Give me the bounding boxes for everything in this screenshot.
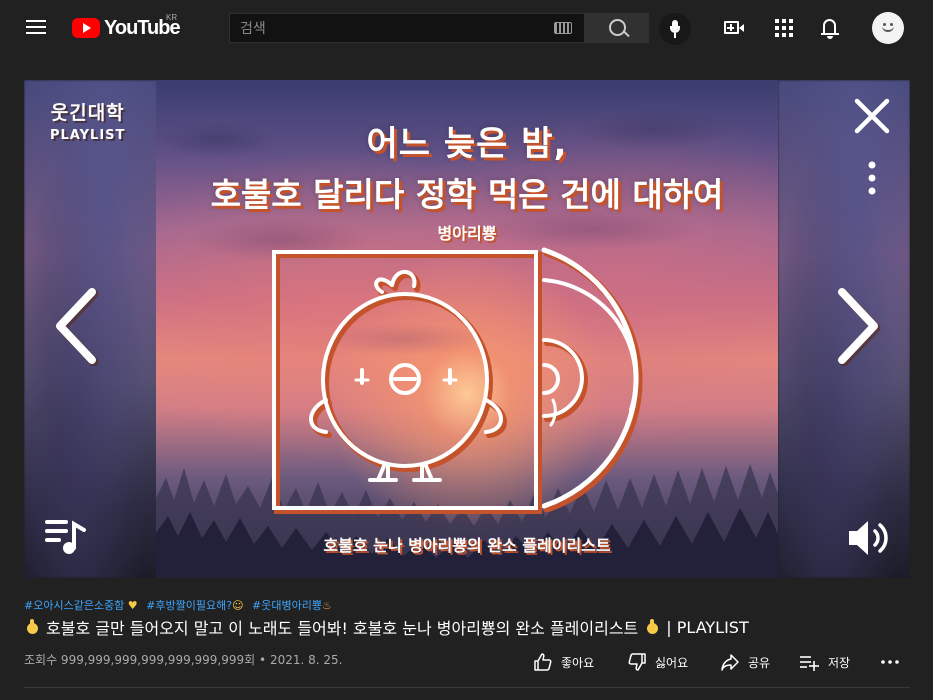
search-input[interactable] <box>238 18 542 40</box>
save-button[interactable]: 저장 <box>798 650 850 674</box>
save-playlist-icon <box>800 656 819 671</box>
video-title: 호불호 글만 들어오지 말고 이 노래도 들어봐! 호불호 눈나 병아리뿅의 완… <box>24 615 894 639</box>
chick-emoji-icon <box>644 619 660 635</box>
like-button[interactable]: 좋아요 <box>533 650 594 674</box>
upload-date: 2021. 8. 25. <box>269 653 343 667</box>
dislike-button[interactable]: 싫어요 <box>627 650 688 674</box>
save-label: 저장 <box>828 655 851 670</box>
chevron-left-icon[interactable] <box>52 286 102 367</box>
brand-name: 웃긴대학 <box>50 102 125 124</box>
share-button[interactable]: 공유 <box>720 650 770 674</box>
meta-separator: • <box>259 653 270 667</box>
thumbnail-artwork: 어느 늦은 밤, 호불호 달리다 정학 먹은 건에 대하여 병아리뿅 호불호 눈… <box>156 80 778 578</box>
more-vertical-icon[interactable] <box>864 160 880 200</box>
share-icon <box>721 654 739 671</box>
playlist-music-icon[interactable] <box>44 516 88 556</box>
video-meta: 조회수 999,999,999,999,999,999,999회 • 2021.… <box>24 651 342 668</box>
dislike-label: 싫어요 <box>655 655 689 670</box>
hashtag-link[interactable]: #웃대병아리뿅♨ <box>252 599 332 612</box>
search-button[interactable] <box>585 13 649 43</box>
artwork-caption: 호불호 눈나 병아리뿅의 완소 플레이리스트 <box>323 536 611 555</box>
channel-brand: 웃긴대학 PLAYLIST <box>50 98 125 143</box>
more-horizontal-icon[interactable] <box>880 650 908 674</box>
video-title-text: 호불호 글만 들어오지 말고 이 노래도 들어봐! 호불호 눈나 병아리뿅의 완… <box>46 619 639 638</box>
volume-icon[interactable] <box>846 516 894 560</box>
hashtags: #오아시스같은소중함 ♥ #후방짤이필요해?☺ #웃대병아리뿅♨ <box>24 597 337 613</box>
youtube-logo[interactable]: YouTube KR <box>72 13 181 41</box>
chick-character <box>309 270 507 482</box>
avatar-icon[interactable] <box>872 12 904 44</box>
apps-icon[interactable] <box>772 16 796 40</box>
video-player[interactable]: 어느 늦은 밤, 호불호 달리다 정학 먹은 건에 대하여 병아리뿅 호불호 눈… <box>24 80 910 578</box>
artwork-title-line2: 호불호 달리다 정학 먹은 건에 대하여 <box>210 175 724 214</box>
search-icon <box>609 19 626 36</box>
vinyl-record <box>541 247 643 513</box>
menu-icon[interactable] <box>26 18 46 36</box>
chevron-right-icon[interactable] <box>832 286 882 367</box>
view-count: 조회수 999,999,999,999,999,999,999회 <box>24 653 256 667</box>
artwork-artist: 병아리뿅 <box>437 224 497 243</box>
video-title-suffix: | PLAYLIST <box>666 617 749 637</box>
search-box <box>229 13 585 43</box>
like-label: 좋아요 <box>561 655 595 670</box>
thumbs-up-icon <box>534 653 552 671</box>
masthead: YouTube KR <box>0 0 933 56</box>
artwork-title-line1: 어느 늦은 밤, <box>366 124 568 164</box>
create-video-icon[interactable] <box>722 16 746 40</box>
hashtag-link[interactable]: #오아시스같은소중함 ♥ <box>24 599 138 612</box>
divider <box>24 687 910 688</box>
share-label: 공유 <box>748 655 771 670</box>
keyboard-icon[interactable] <box>554 22 572 34</box>
chick-emoji-icon <box>24 619 40 635</box>
voice-search-button[interactable] <box>659 13 691 45</box>
brand-subtitle: PLAYLIST <box>50 128 126 143</box>
hashtag-link[interactable]: #후방짤이필요해?☺ <box>146 599 243 612</box>
region-code: KR <box>166 13 178 22</box>
close-icon[interactable] <box>852 96 892 136</box>
bell-icon[interactable] <box>818 16 842 40</box>
thumbs-down-icon <box>628 653 646 671</box>
youtube-logo-icon <box>72 18 100 38</box>
